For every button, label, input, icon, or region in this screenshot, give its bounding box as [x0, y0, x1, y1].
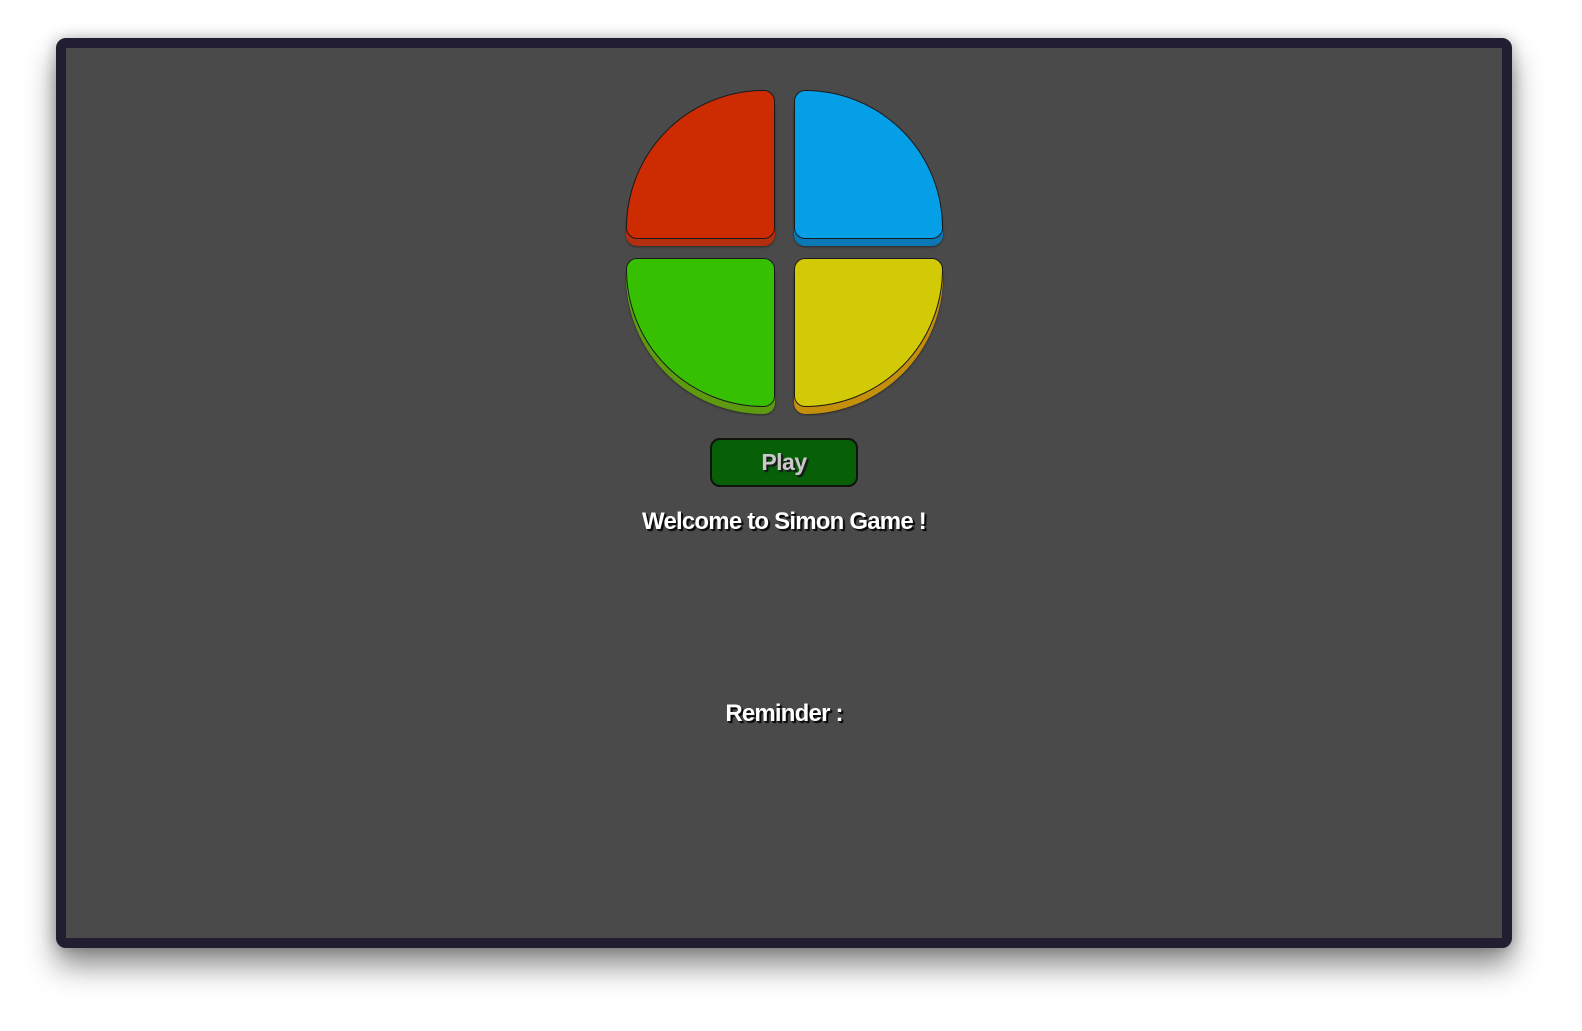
game-window: Play Welcome to Simon Game ! Reminder : — [56, 38, 1512, 948]
green-pad[interactable] — [626, 258, 775, 407]
simon-board — [626, 90, 962, 426]
play-button[interactable]: Play — [710, 438, 858, 487]
yellow-pad[interactable] — [794, 258, 943, 407]
blue-pad[interactable] — [794, 90, 943, 239]
red-pad[interactable] — [626, 90, 775, 239]
reminder-label: Reminder : — [725, 700, 843, 727]
welcome-message: Welcome to Simon Game ! — [642, 508, 927, 535]
